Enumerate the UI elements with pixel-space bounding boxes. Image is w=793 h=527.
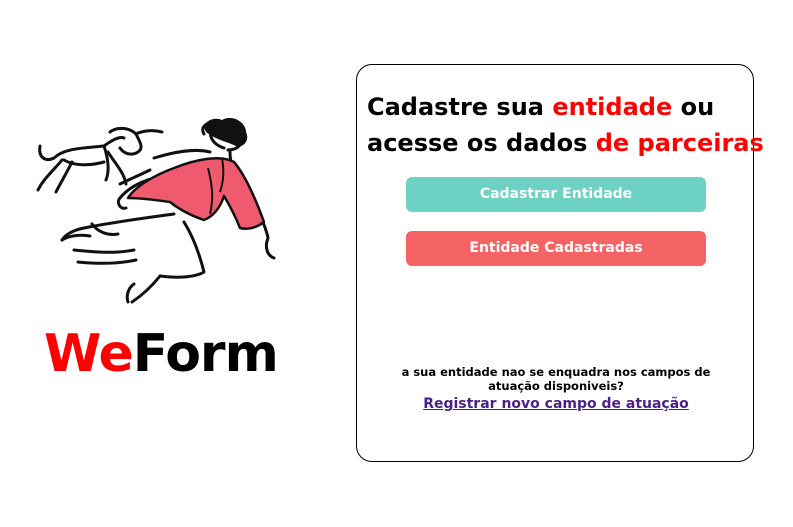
- headline-line2-highlight: de parceiras: [595, 129, 764, 157]
- logo-form: Form: [132, 324, 279, 384]
- running-person-with-dog-icon: [36, 117, 276, 304]
- logo-we: We: [44, 324, 134, 384]
- card-headline: Cadastre sua entidade ou acesse os dados…: [367, 89, 764, 161]
- headline-line1-prefix: Cadastre sua: [367, 93, 553, 121]
- register-new-field-link[interactable]: Registrar novo campo de atuação: [357, 396, 755, 412]
- weform-logo: WeForm: [44, 322, 279, 386]
- registered-entities-button[interactable]: Entidade Cadastradas: [406, 231, 706, 266]
- page: WeForm Cadastre sua entidade ou acesse o…: [0, 0, 793, 527]
- headline-line1-suffix: ou: [672, 93, 715, 121]
- headline-line2-prefix: acesse os dados: [367, 129, 596, 157]
- register-entity-button[interactable]: Cadastrar Entidade: [406, 177, 706, 212]
- hero-illustration: [24, 117, 294, 318]
- entity-card: Cadastre sua entidade ou acesse os dados…: [356, 64, 764, 462]
- headline-line1-highlight: entidade: [552, 93, 673, 121]
- field-not-listed-question: a sua entidade nao se enquadra nos campo…: [401, 365, 711, 393]
